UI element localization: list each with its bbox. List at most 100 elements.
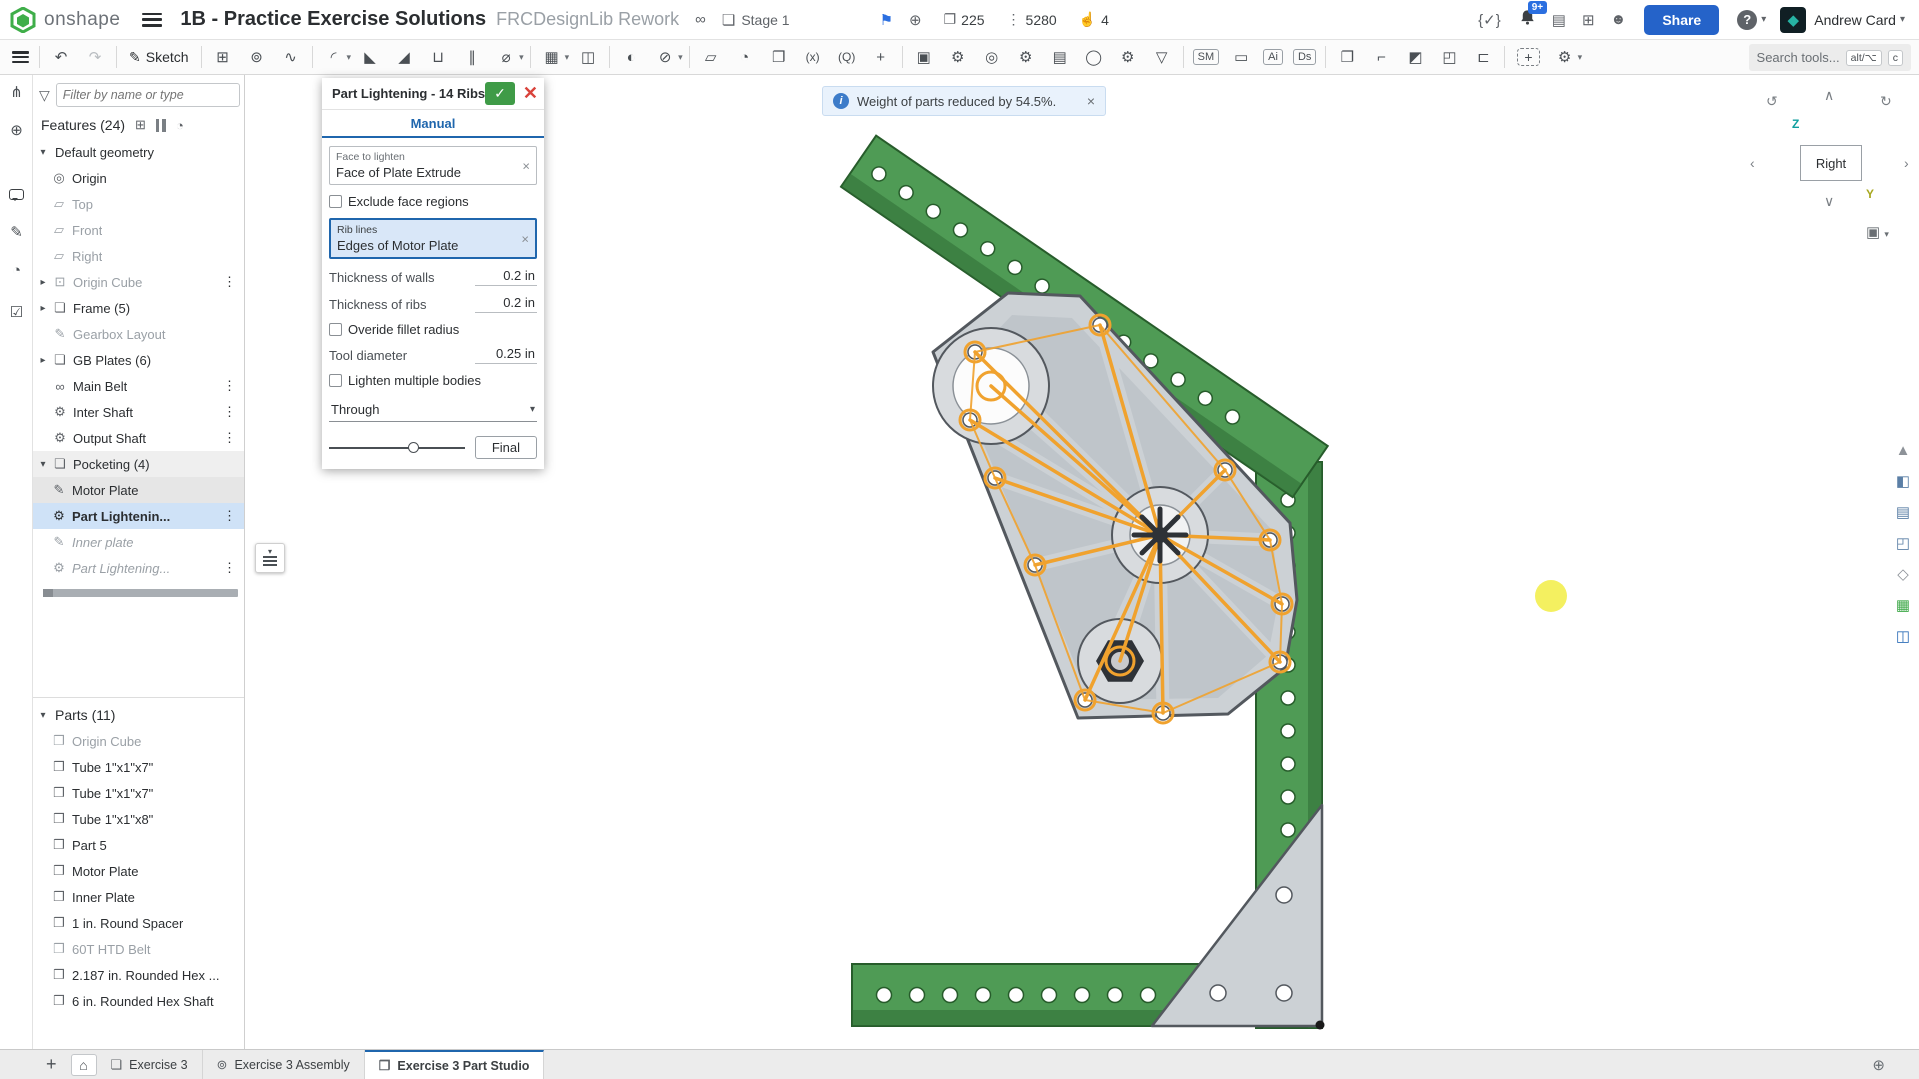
ai-advisor-icon[interactable]: ☻ xyxy=(1611,11,1627,28)
part-item-origin-cube[interactable]: ❒Origin Cube xyxy=(33,728,244,754)
hole-icon[interactable]: ⌀ xyxy=(494,45,518,69)
avatar[interactable]: ◆ xyxy=(1780,7,1806,33)
insert-follow-icon[interactable]: ⊕ xyxy=(0,115,33,145)
part-item-tube-7a[interactable]: ❒Tube 1"x1"x7" xyxy=(33,754,244,780)
gear-icon[interactable]: ⚙ xyxy=(1116,45,1140,69)
chevron-down-icon[interactable]: ▾ xyxy=(35,459,51,470)
clear-selection-icon[interactable]: × xyxy=(522,158,530,173)
rotate-cw-icon[interactable]: ↻ xyxy=(1880,93,1892,110)
suppress-dots-icon[interactable]: ⋮ xyxy=(223,508,236,524)
tree-item-gb-plates-folder[interactable]: ▸ ❏ GB Plates (6) xyxy=(33,347,244,373)
balloon-icon[interactable]: ◎ xyxy=(980,45,1004,69)
revolve-icon[interactable]: ⊚ xyxy=(245,45,269,69)
sheet-icon[interactable]: ▤ xyxy=(1048,45,1072,69)
film-icon[interactable]: ▭ xyxy=(1229,45,1253,69)
tree-item-origin-cube[interactable]: ▸ ⊡ Origin Cube ⋮ xyxy=(33,269,244,295)
help-button[interactable]: ? xyxy=(1737,10,1757,30)
checklist-icon[interactable]: ☑ xyxy=(0,297,33,327)
rotate-right-icon[interactable]: › xyxy=(1904,155,1909,171)
ai-assistant-icon[interactable]: ⚙ xyxy=(1553,45,1577,69)
new-tab-button[interactable]: + xyxy=(46,1054,57,1075)
history-icon[interactable]: ◔ xyxy=(0,255,33,285)
end-condition-dropdown[interactable]: Through ▾ xyxy=(329,398,537,422)
sweep-icon[interactable]: ∿ xyxy=(279,45,303,69)
timer-icon[interactable]: ◔ xyxy=(176,118,184,133)
clear-selection-icon[interactable]: × xyxy=(521,231,529,246)
slider-thumb[interactable] xyxy=(408,442,419,453)
split-icon[interactable]: ⊘ xyxy=(653,45,677,69)
tab-exercise-3[interactable]: ❏ Exercise 3 xyxy=(97,1050,203,1079)
part-item-htd-belt[interactable]: ❒60T HTD Belt xyxy=(33,936,244,962)
sketch-button[interactable]: ✎ Sketch xyxy=(129,49,189,66)
part-item-round-spacer[interactable]: ❒1 in. Round Spacer xyxy=(33,910,244,936)
part-item-inner-plate[interactable]: ❒Inner Plate xyxy=(33,884,244,910)
rib-lines-field[interactable]: Rib lines Edges of Motor Plate × xyxy=(329,218,537,259)
parts-header-row[interactable]: ▾ Parts (11) xyxy=(33,702,244,728)
filter-funnel-icon[interactable]: ▽ xyxy=(39,87,50,104)
boolean-icon[interactable]: ◐ xyxy=(619,45,643,69)
tree-item-front-plane[interactable]: ▱ Front xyxy=(33,217,244,243)
copies-stat[interactable]: ❐ 225 xyxy=(944,11,985,28)
suppress-dots-icon[interactable]: ⋮ xyxy=(223,430,236,446)
featurescript-icon[interactable]: {✓} xyxy=(1478,11,1501,29)
draft-icon[interactable]: ◢ xyxy=(392,45,416,69)
tree-item-pocketing-folder[interactable]: ▾ ❏ Pocketing (4) xyxy=(33,451,244,477)
part-item-tube-7b[interactable]: ❒Tube 1"x1"x7" xyxy=(33,780,244,806)
checkbox-icon[interactable] xyxy=(329,195,342,208)
education-icon[interactable]: ⚑ xyxy=(880,11,893,29)
rotate-ccw-icon[interactable]: ↺ xyxy=(1766,93,1778,110)
trim-icon[interactable]: ◩ xyxy=(1403,45,1427,69)
dialog-close-icon[interactable]: ✕ xyxy=(523,83,538,104)
chamfer-icon[interactable]: ◣ xyxy=(358,45,382,69)
display-style-icon[interactable]: ▲ xyxy=(1891,438,1915,462)
tree-item-origin[interactable]: ◎ Origin xyxy=(33,165,244,191)
user-menu-caret-icon[interactable]: ▾ xyxy=(1900,14,1905,25)
custom-feature-robot2-icon[interactable]: ⚙ xyxy=(1014,45,1038,69)
ds-chip[interactable]: Ds xyxy=(1293,49,1316,65)
tree-item-inter-shaft[interactable]: ⚙ Inter Shaft ⋮ xyxy=(33,399,244,425)
likes-stat[interactable]: ☝ 4 xyxy=(1079,11,1109,28)
shell-icon[interactable]: ⊔ xyxy=(426,45,450,69)
tree-item-main-belt[interactable]: ∞ Main Belt ⋮ xyxy=(33,373,244,399)
filter-input[interactable] xyxy=(56,83,240,107)
part-item-part5[interactable]: ❒Part 5 xyxy=(33,832,244,858)
comments-icon[interactable] xyxy=(0,179,33,209)
view-options-cube-icon[interactable]: ▣ ▾ xyxy=(1866,223,1889,241)
checkbox-icon[interactable] xyxy=(329,323,342,336)
rotate-up-icon[interactable]: ∧ xyxy=(1824,87,1834,104)
chevron-down-icon[interactable]: ▾ xyxy=(35,710,51,721)
ai-chip[interactable]: Ai xyxy=(1263,49,1283,65)
isolate-icon[interactable]: ◰ xyxy=(1891,531,1915,555)
import-icon[interactable]: ❐ xyxy=(767,45,791,69)
suppress-dots-icon[interactable]: ⋮ xyxy=(223,378,236,394)
corner-icon[interactable]: ◰ xyxy=(1437,45,1461,69)
tree-item-output-shaft[interactable]: ⚙ Output Shaft ⋮ xyxy=(33,425,244,451)
preview-slider[interactable] xyxy=(329,441,465,455)
rib-icon[interactable]: ∥ xyxy=(460,45,484,69)
exclude-face-regions-checkbox[interactable]: Exclude face regions xyxy=(329,194,537,209)
redo-icon[interactable]: ↷ xyxy=(83,45,107,69)
suppress-pause-icon[interactable] xyxy=(156,119,166,132)
linear-pattern-icon[interactable]: ▦ xyxy=(540,45,564,69)
tree-item-part-lightening-suppressed[interactable]: ⚙ Part Lightening... ⋮ xyxy=(33,555,244,581)
tab-exercise-3-assembly[interactable]: ⊚ Exercise 3 Assembly xyxy=(203,1050,365,1079)
filter-feature-icon[interactable]: ▽ xyxy=(1150,45,1174,69)
plane-icon[interactable]: ▱ xyxy=(699,45,723,69)
extrude-icon[interactable]: ⊞ xyxy=(211,45,235,69)
chevron-down-icon[interactable]: ▾ xyxy=(35,147,51,158)
assistant-caret-icon[interactable]: ▾ xyxy=(1578,52,1583,63)
chevron-right-icon[interactable]: ▸ xyxy=(35,277,51,288)
mate-connector-icon[interactable]: + xyxy=(869,45,893,69)
mirror-icon[interactable]: ◫ xyxy=(576,45,600,69)
link-icon[interactable]: ∞ xyxy=(695,11,706,28)
rotate-down-icon[interactable]: ∨ xyxy=(1824,193,1834,210)
frame-point-icon[interactable]: + xyxy=(1517,48,1539,66)
undo-icon[interactable]: ↶ xyxy=(49,45,73,69)
view-cube-face[interactable]: Right xyxy=(1800,145,1862,181)
pattern-caret-icon[interactable]: ▾ xyxy=(565,52,570,63)
rotate-left-icon[interactable]: ‹ xyxy=(1750,155,1755,171)
primitive-icon[interactable]: ▣ xyxy=(912,45,936,69)
tasks-icon[interactable]: ▤ xyxy=(1552,11,1566,29)
chevron-right-icon[interactable]: ▸ xyxy=(35,355,51,366)
new-folder-icon[interactable]: ⊞ xyxy=(135,117,146,133)
